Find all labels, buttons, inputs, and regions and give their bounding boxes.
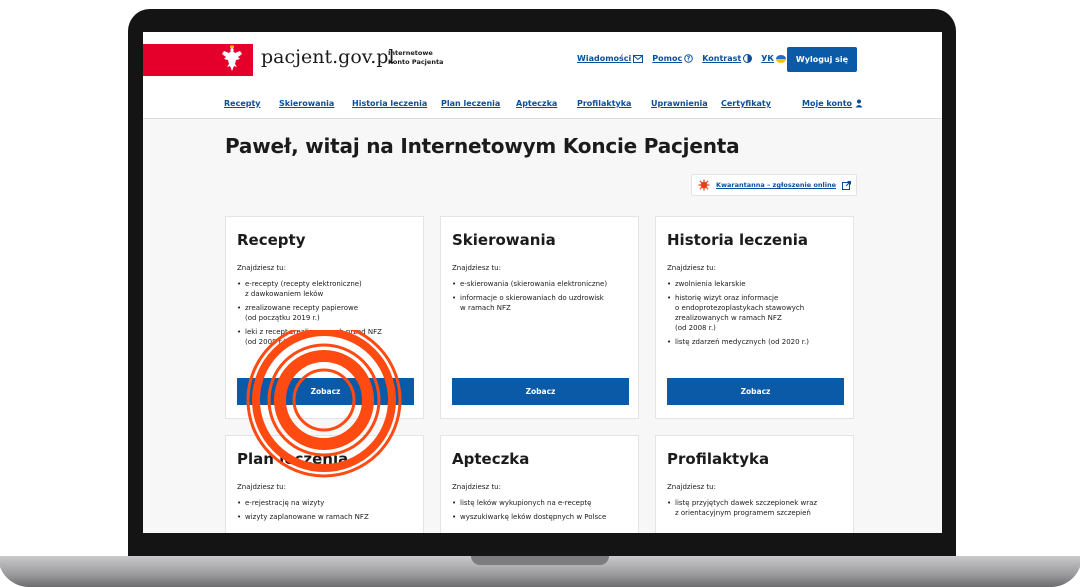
contrast-icon <box>743 54 753 63</box>
main-nav: Recepty Skierowania Historia leczenia Pl… <box>143 90 942 119</box>
list-item: leki z recept zrealizowanych przed NFZ (… <box>237 327 419 347</box>
help-label: Pomoc <box>652 54 683 63</box>
card-plan-leczenia: Plan leczenia Znajdziesz tu: e-rejestrac… <box>225 435 424 533</box>
external-link-icon <box>842 180 852 190</box>
site-brand[interactable]: pacjent.gov.pl <box>261 46 395 68</box>
card-apteczka: Apteczka Znajdziesz tu: listę leków wyku… <box>440 435 639 533</box>
card-list: listę leków wykupionych na e-receptę wys… <box>452 498 634 526</box>
messages-link[interactable]: Wiadomości <box>577 54 644 63</box>
list-item: e-recepty (recepty elektroniczne) z dawk… <box>237 279 419 299</box>
virus-icon <box>698 179 710 191</box>
nav-item-certyfikaty[interactable]: Certyfikaty <box>721 99 771 108</box>
card-list: e-skierowania (skierowania elektroniczne… <box>452 279 634 317</box>
laptop-notch <box>471 556 609 565</box>
nav-item-skierowania[interactable]: Skierowania <box>279 99 334 108</box>
card-subtitle: Znajdziesz tu: <box>452 264 501 272</box>
contrast-link[interactable]: Kontrast <box>702 54 753 63</box>
ukrainian-label: УК <box>761 54 774 63</box>
top-links: Wiadomości Pomoc ? Kontrast УК <box>577 54 786 63</box>
list-item: listę przyjętych dawek szczepionek wraz … <box>667 498 849 518</box>
list-item: listę leków wykupionych na e-receptę <box>452 498 634 508</box>
ukrainian-link[interactable]: УК <box>761 54 786 63</box>
quarantine-label: Kwarantanna – zgłoszenie online <box>716 181 837 189</box>
card-historia-leczenia: Historia leczenia Znajdziesz tu: zwolnie… <box>655 216 854 419</box>
nav-item-account[interactable]: Moje konto <box>802 99 863 108</box>
nav-item-recepty[interactable]: Recepty <box>224 99 261 108</box>
card-subtitle: Znajdziesz tu: <box>237 264 286 272</box>
card-title: Profilaktyka <box>667 450 770 468</box>
list-item: e-rejestrację na wizyty <box>237 498 419 508</box>
logout-button[interactable]: Wyloguj się <box>787 47 857 72</box>
card-recepty-button[interactable]: Zobacz <box>237 378 414 405</box>
list-item: wyszukiwarkę leków dostępnych w Polsce <box>452 512 634 522</box>
card-list: listę przyjętych dawek szczepionek wraz … <box>667 498 849 522</box>
list-item: informacje o skierowaniach do uzdrowisk … <box>452 293 634 313</box>
list-item: listę zdarzeń medycznych (od 2020 r.) <box>667 337 849 347</box>
card-profilaktyka: Profilaktyka Znajdziesz tu: listę przyję… <box>655 435 854 533</box>
svg-text:?: ? <box>687 56 691 63</box>
ukraine-flag-icon <box>775 54 786 63</box>
nav-item-uprawnienia[interactable]: Uprawnienia <box>651 99 708 108</box>
list-item: e-skierowania (skierowania elektroniczne… <box>452 279 634 289</box>
card-historia-button[interactable]: Zobacz <box>667 378 844 405</box>
card-list: e-rejestrację na wizyty wizyty zaplanowa… <box>237 498 419 526</box>
card-subtitle: Znajdziesz tu: <box>452 483 501 491</box>
header: pacjent.gov.pl Internetowe Konto Pacjent… <box>143 32 942 91</box>
contrast-label: Kontrast <box>702 54 742 63</box>
card-skierowania: Skierowania Znajdziesz tu: e-skierowania… <box>440 216 639 419</box>
list-item: historię wizyt oraz informacje o endopro… <box>667 293 849 333</box>
polish-eagle-icon <box>222 45 242 71</box>
nav-item-apteczka[interactable]: Apteczka <box>516 99 557 108</box>
list-item: zrealizowane recepty papierowe (od począ… <box>237 303 419 323</box>
card-title: Recepty <box>237 231 306 249</box>
page-title: Paweł, witaj na Internetowym Koncie Pacj… <box>225 134 740 158</box>
help-circle-icon: ? <box>684 54 694 63</box>
card-subtitle: Znajdziesz tu: <box>667 483 716 491</box>
browser-screen: pacjent.gov.pl Internetowe Konto Pacjent… <box>143 32 942 533</box>
nav-item-historia-leczenia[interactable]: Historia leczenia <box>352 99 427 108</box>
card-title: Skierowania <box>452 231 556 249</box>
card-title: Historia leczenia <box>667 231 809 249</box>
account-label: Moje konto <box>802 99 853 108</box>
list-item: zwolnienia lekarskie <box>667 279 849 289</box>
list-item: wizyty zaplanowane w ramach NFZ <box>237 512 419 522</box>
quarantine-link[interactable]: Kwarantanna – zgłoszenie online <box>691 174 857 196</box>
card-subtitle: Znajdziesz tu: <box>667 264 716 272</box>
messages-label: Wiadomości <box>577 54 632 63</box>
card-list: e-recepty (recepty elektroniczne) z dawk… <box>237 279 419 351</box>
card-skierowania-button[interactable]: Zobacz <box>452 378 629 405</box>
card-subtitle: Znajdziesz tu: <box>237 483 286 491</box>
nav-item-plan-leczenia[interactable]: Plan leczenia <box>441 99 500 108</box>
envelope-icon <box>633 54 644 63</box>
nav-item-profilaktyka[interactable]: Profilaktyka <box>577 99 631 108</box>
card-title: Plan leczenia <box>237 450 349 468</box>
card-list: zwolnienia lekarskie historię wizyt oraz… <box>667 279 849 351</box>
brand-subtitle: Internetowe Konto Pacjenta <box>388 49 444 66</box>
card-recepty: Recepty Znajdziesz tu: e-recepty (recept… <box>225 216 424 419</box>
user-icon <box>855 99 863 108</box>
card-title: Apteczka <box>452 450 530 468</box>
help-link[interactable]: Pomoc ? <box>652 54 694 63</box>
